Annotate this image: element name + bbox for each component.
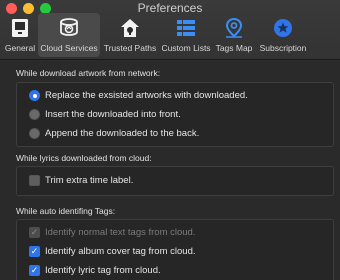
tags-section-title: While auto identifing Tags: [16,206,116,216]
tab-cloud-services[interactable]: Cloud Services [38,13,100,57]
tab-trusted-paths-label: Trusted Paths [103,43,157,53]
artwork-options-box: Replace the exsisted artworks with downl… [16,82,334,147]
tab-general-label: General [4,43,36,53]
preferences-toolbar: General Cloud Services Trusted Paths Cus… [2,13,310,57]
trusted-paths-icon [118,16,142,40]
checkbox-identify-album-cover[interactable]: ✓ Identify album cover tag from cloud. [29,246,196,257]
radio-button[interactable] [29,90,40,101]
radio-label: Insert the downloaded into front. [45,109,181,120]
tab-tags-map[interactable]: Tags Map [212,13,256,57]
tab-custom-lists-label: Custom Lists [161,43,211,53]
tab-custom-lists[interactable]: Custom Lists [160,13,212,57]
tags-map-icon [222,16,246,40]
tags-options-box: ✓ Identify normal text tags from cloud. … [16,219,334,280]
artwork-section-title: While download artwork from network: [16,68,161,78]
checkbox-label: Identify normal text tags from cloud. [45,227,196,238]
radio-button[interactable] [29,128,40,139]
radio-append-back[interactable]: Append the downloaded to the back. [29,128,199,139]
cloud-services-pane: While download artwork from network: Rep… [0,61,340,280]
radio-replace-artwork[interactable]: Replace the exsisted artworks with downl… [29,90,248,101]
tab-trusted-paths[interactable]: Trusted Paths [100,13,160,57]
checkbox[interactable] [29,175,40,186]
radio-label: Replace the exsisted artworks with downl… [45,90,248,101]
tab-cloud-services-label: Cloud Services [40,43,98,53]
tab-tags-map-label: Tags Map [215,43,253,53]
tab-general[interactable]: General [2,13,38,57]
general-icon [8,16,32,40]
radio-button[interactable] [29,109,40,120]
lyrics-section-title: While lyrics downloaded from cloud: [16,153,152,163]
checkbox-identify-lyric-tag[interactable]: ✓ Identify lyric tag from cloud. [29,265,161,276]
tab-subscription-label: Subscription [259,43,307,53]
lyrics-options-box: Trim extra time label. [16,166,334,196]
custom-lists-icon [174,16,198,40]
radio-insert-front[interactable]: Insert the downloaded into front. [29,109,181,120]
checkbox-label: Trim extra time label. [45,175,134,186]
tab-subscription[interactable]: Subscription [256,13,310,57]
cloud-services-icon [57,16,81,40]
checkbox[interactable]: ✓ [29,265,40,276]
checkbox-label: Identify lyric tag from cloud. [45,265,161,276]
subscription-icon [271,16,295,40]
radio-label: Append the downloaded to the back. [45,128,200,139]
checkbox[interactable]: ✓ [29,227,40,238]
checkbox-trim-time-label[interactable]: Trim extra time label. [29,175,133,186]
checkbox-identify-text-tags[interactable]: ✓ Identify normal text tags from cloud. [29,227,195,238]
checkbox[interactable]: ✓ [29,246,40,257]
title-bar: Preferences General Cloud Services Trust… [0,0,340,60]
checkbox-label: Identify album cover tag from cloud. [45,246,196,257]
